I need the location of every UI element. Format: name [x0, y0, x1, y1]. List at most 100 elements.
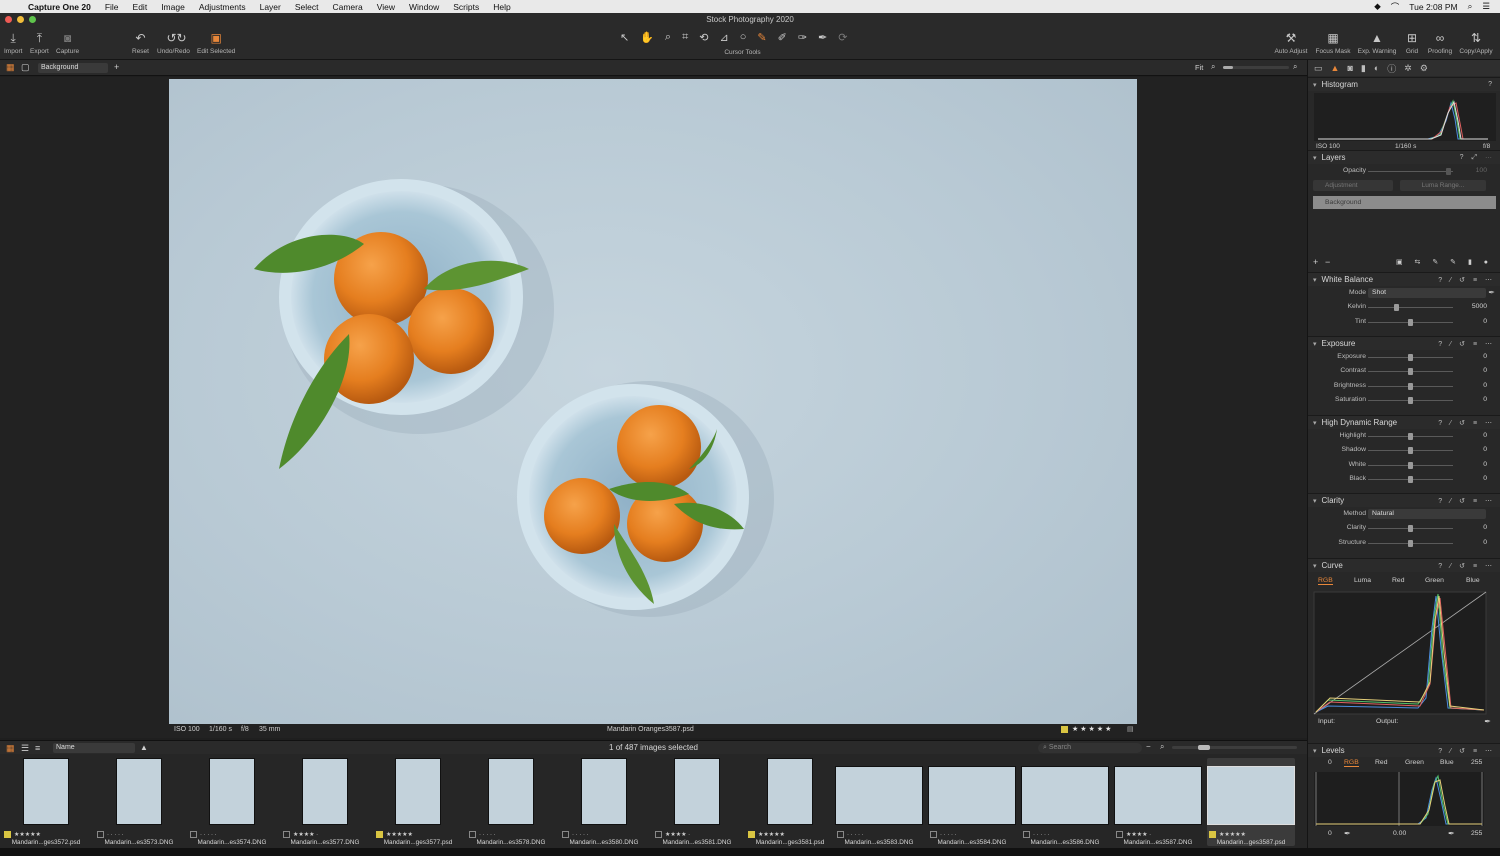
levels-header[interactable]: ▾Levels? ⁄ ↺ ≡ ⋯ [1308, 743, 1500, 757]
layer-tools-icon[interactable]: ▣ ⇆ ✎ ✎ ▮ ● [1396, 258, 1493, 266]
thumbnail-item[interactable]: · · · · ·Mandarin...es3580.DNG [560, 758, 648, 846]
black-slider[interactable] [1368, 479, 1453, 480]
clock[interactable]: Tue 2:08 PM [1409, 2, 1457, 12]
thumbnail-item[interactable]: · · · · ·Mandarin...es3583.DNG [835, 758, 923, 846]
hdr-header[interactable]: ▾High Dynamic Range? ⁄ ↺ ≡ ⋯ [1308, 415, 1500, 429]
menu-view[interactable]: View [377, 2, 395, 12]
exposure-header[interactable]: ▾Exposure? ⁄ ↺ ≡ ⋯ [1308, 336, 1500, 350]
histogram-header[interactable]: ▾Histogram? [1308, 77, 1500, 91]
zoom-fit-label[interactable]: Fit [1195, 63, 1203, 72]
eyedropper-icon[interactable]: ✒ [1484, 717, 1491, 726]
levels-tab-green[interactable]: Green [1405, 759, 1424, 766]
search-icon[interactable]: ⌕ [1468, 1, 1473, 12]
copy-apply-button[interactable]: ⇅Copy/Apply [1456, 31, 1496, 55]
eyedropper-icon[interactable]: ✒ [1344, 829, 1351, 838]
wifi-icon[interactable]: ⌒ [1391, 1, 1400, 13]
remove-layer-icon[interactable]: − [1325, 257, 1330, 267]
color-tag[interactable] [1116, 831, 1123, 838]
dropbox-icon[interactable]: ◆ [1374, 1, 1381, 12]
thumbnail-item[interactable]: · · · · ·Mandarin...es3573.DNG [95, 758, 183, 846]
thumbnail-item[interactable]: ★★★★★Mandarin...ges3577.psd [374, 758, 462, 846]
menu-adjustments[interactable]: Adjustments [199, 2, 246, 12]
color-tag[interactable] [930, 831, 937, 838]
section-tools-icon[interactable]: ? ⁄ ↺ ≡ ⋯ [1438, 562, 1495, 570]
curve-tab-blue[interactable]: Blue [1466, 577, 1480, 584]
clarity-method-select[interactable]: Natural [1368, 509, 1486, 519]
shadow-slider[interactable] [1368, 450, 1453, 451]
thumbnail-item[interactable]: ★★★★ ·Mandarin...es3587.DNG [1114, 758, 1202, 846]
proofing-button[interactable]: ∞Proofing [1424, 31, 1456, 55]
thumbnail-item-selected[interactable]: ★★★★★Mandarin...ges3587.psd [1207, 758, 1295, 846]
adjustments-tab-icon[interactable]: ▲ [1331, 63, 1340, 73]
menu-edit[interactable]: Edit [133, 2, 148, 12]
spot-tool-icon[interactable]: ○ [740, 31, 747, 44]
color-tag-yellow[interactable] [1061, 726, 1068, 733]
levels-tab-rgb[interactable]: RGB [1344, 759, 1359, 767]
list-icon[interactable]: ☰ [1482, 1, 1490, 12]
menu-select[interactable]: Select [295, 2, 319, 12]
color-tag[interactable] [1209, 831, 1216, 838]
tint-slider[interactable] [1368, 322, 1453, 323]
library-tab-icon[interactable]: ▭ [1314, 63, 1323, 74]
thumbnail-item[interactable]: · · · · ·Mandarin...es3586.DNG [1021, 758, 1109, 846]
thumbnail-item[interactable]: ★★★★★Mandarin...ges3581.psd [746, 758, 834, 846]
batch-tab-icon[interactable]: ⚙ [1420, 63, 1428, 74]
adjustment-dropdown[interactable]: Adjustment [1313, 180, 1393, 191]
color-tag[interactable] [655, 831, 662, 838]
structure-slider[interactable] [1368, 543, 1453, 544]
rotate-tool-icon[interactable]: ⟲ [699, 31, 708, 44]
settings-tab-icon[interactable]: ✲ [1404, 63, 1412, 74]
erase-mask-tool-icon[interactable]: ✐ [778, 31, 787, 44]
main-photo[interactable] [169, 79, 1137, 724]
eyedropper-icon[interactable]: ✒ [1488, 288, 1495, 297]
zoom-icon[interactable]: ⌕ [1160, 742, 1164, 752]
menu-window[interactable]: Window [409, 2, 439, 12]
pointer-tool-icon[interactable]: ↖ [620, 31, 629, 44]
clarity-slider[interactable] [1368, 528, 1453, 529]
section-tools-icon[interactable]: ? ⤢ ⋯ [1460, 154, 1495, 162]
color-tag[interactable] [4, 831, 11, 838]
thumbnail-item[interactable]: ★★★★★Mandarin...ges3572.psd [2, 758, 90, 846]
keystone-tool-icon[interactable]: ⊿ [720, 31, 729, 44]
white-slider[interactable] [1368, 465, 1453, 466]
wb-mode-select[interactable]: Shot [1368, 288, 1486, 298]
curve-tab-luma[interactable]: Luma [1354, 577, 1371, 584]
curve-header[interactable]: ▾Curve? ⁄ ↺ ≡ ⋯ [1308, 558, 1500, 572]
clarity-header[interactable]: ▾Clarity? ⁄ ↺ ≡ ⋯ [1308, 493, 1500, 507]
metadata-tab-icon[interactable]: ⓘ [1387, 62, 1396, 75]
app-menu[interactable]: Capture One 20 [28, 2, 91, 12]
menu-help[interactable]: Help [493, 2, 510, 12]
info-stars[interactable]: ★★★★★ [1072, 725, 1113, 733]
color-tag[interactable] [1023, 831, 1030, 838]
menu-scripts[interactable]: Scripts [453, 2, 479, 12]
levels-tab-blue[interactable]: Blue [1440, 759, 1454, 766]
grid-button[interactable]: ⊞Grid [1400, 31, 1424, 55]
color-tag[interactable] [748, 831, 755, 838]
thumbnail-item[interactable]: ★★★★ ·Mandarin...es3581.DNG [653, 758, 741, 846]
curve-graph[interactable] [1308, 588, 1500, 716]
menu-file[interactable]: File [105, 2, 119, 12]
kelvin-slider[interactable] [1368, 307, 1453, 308]
auto-adjust-button[interactable]: ⚒Auto Adjust [1270, 31, 1312, 55]
section-tools-icon[interactable]: ? ⁄ ↺ ≡ ⋯ [1438, 276, 1495, 284]
pan-tool-icon[interactable]: ✋ [640, 31, 654, 44]
eyedropper-icon[interactable]: ✒ [1448, 829, 1455, 838]
levels-graph[interactable] [1308, 770, 1500, 828]
color-tag[interactable] [837, 831, 844, 838]
add-layer-icon[interactable]: + [1313, 257, 1318, 267]
details-tab-icon[interactable]: ◐ [1374, 63, 1379, 73]
options-icon[interactable]: ▤ [1127, 725, 1134, 733]
brightness-slider[interactable] [1368, 386, 1453, 387]
thumb-size-small-icon[interactable]: − [1146, 742, 1151, 751]
search-input[interactable]: ⌕ Search [1038, 743, 1142, 753]
color-tag[interactable] [283, 831, 290, 838]
white-balance-header[interactable]: ▾White Balance? ⁄ ↺ ≡ ⋯ [1308, 272, 1500, 286]
grid-view-icon[interactable]: ▦ [6, 62, 15, 73]
layers-header[interactable]: ▾Layers? ⤢ ⋯ [1308, 150, 1500, 164]
section-tools-icon[interactable]: ? ⁄ ↺ ≡ ⋯ [1438, 419, 1495, 427]
single-view-icon[interactable]: ▢ [21, 62, 30, 73]
zoom-in-icon[interactable]: ⌕ [1293, 62, 1297, 72]
color-tag[interactable] [190, 831, 197, 838]
thumbnail-item[interactable]: ★★★★ ·Mandarin...es3577.DNG [281, 758, 369, 846]
menu-camera[interactable]: Camera [332, 2, 362, 12]
